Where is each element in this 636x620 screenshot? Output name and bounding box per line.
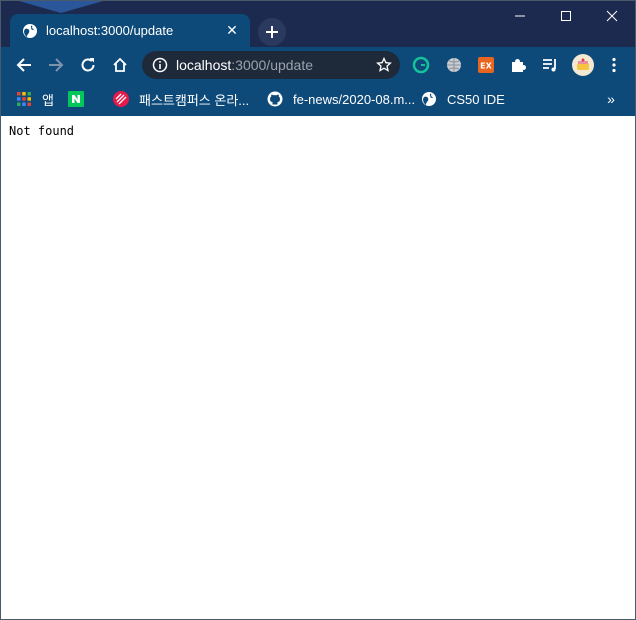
window-controls: [497, 1, 635, 31]
media-control-button[interactable]: [540, 55, 560, 75]
bookmark-naver[interactable]: [68, 89, 94, 109]
translate-extension[interactable]: [444, 55, 464, 75]
forward-button[interactable]: [42, 51, 70, 79]
menu-button[interactable]: [604, 55, 624, 75]
grammarly-extension[interactable]: [411, 55, 431, 75]
info-icon[interactable]: [152, 57, 168, 73]
bookmark-label: 패스트캠퍼스 온라...: [139, 92, 250, 108]
address-bar[interactable]: localhost:3000/update: [142, 51, 400, 79]
tab-title: localhost:3000/update: [46, 23, 174, 38]
url-path: :3000/update: [231, 57, 314, 73]
apps-grid-icon: [17, 92, 31, 106]
active-tab[interactable]: localhost:3000/update ✕: [10, 14, 250, 47]
naver-n-icon: [68, 91, 84, 107]
profile-avatar-icon: [572, 54, 594, 76]
browser-toolbar: localhost:3000/update EX: [1, 47, 635, 84]
minimize-button[interactable]: [497, 1, 543, 31]
profile-button[interactable]: [571, 53, 595, 77]
translate-globe-icon: [447, 58, 461, 72]
forward-icon: [49, 58, 64, 72]
github-icon: [267, 91, 283, 107]
close-window-button[interactable]: [589, 1, 635, 31]
grammarly-icon: [412, 56, 430, 74]
plus-icon: [266, 26, 278, 38]
bookmark-star-icon[interactable]: [376, 57, 392, 73]
more-menu-icon: [612, 57, 616, 73]
back-button[interactable]: [10, 51, 38, 79]
bookmark-fastcampus[interactable]: 패스트캠퍼스 온라...: [113, 89, 249, 109]
close-icon: [606, 10, 618, 22]
url-host: localhost: [176, 57, 232, 73]
svg-text:EX: EX: [480, 62, 492, 71]
ex-extension-icon: EX: [478, 57, 494, 73]
globe-icon: [23, 23, 37, 38]
bookmark-fe-news[interactable]: fe-news/2020-08.m...: [267, 89, 415, 109]
extensions-button[interactable]: [508, 55, 528, 75]
tab-strip-decoration: [19, 1, 103, 13]
minimize-icon: [515, 15, 525, 17]
page-content: Not found: [1, 116, 635, 619]
bookmark-label: 앱: [42, 92, 54, 108]
bookmark-cs50[interactable]: CS50 IDE: [421, 89, 505, 109]
globe-icon: [422, 92, 436, 106]
home-icon: [113, 57, 127, 72]
maximize-icon: [561, 11, 571, 21]
ex-extension[interactable]: EX: [476, 55, 496, 75]
bookmarks-bar: 앱 패스트캠퍼스 온라... fe-news/2020-08.m... CS50…: [1, 84, 635, 114]
bookmark-apps[interactable]: 앱: [16, 89, 54, 109]
tab-strip: localhost:3000/update ✕: [1, 1, 635, 47]
reload-button[interactable]: [74, 51, 102, 79]
bookmarks-overflow-button[interactable]: »: [601, 89, 621, 109]
media-playlist-icon: [543, 59, 556, 72]
bookmark-label: fe-news/2020-08.m...: [293, 91, 416, 107]
page-message: Not found: [9, 124, 75, 138]
home-button[interactable]: [106, 51, 134, 79]
puzzle-extensions-icon: [512, 59, 526, 72]
reload-icon: [81, 58, 95, 72]
url-text[interactable]: localhost:3000/update: [176, 57, 376, 73]
tab-close-icon[interactable]: ✕: [224, 22, 240, 39]
new-tab-button[interactable]: [258, 18, 286, 46]
bookmark-label: CS50 IDE: [447, 91, 505, 107]
fastcampus-icon: [113, 91, 129, 107]
maximize-button[interactable]: [543, 1, 589, 31]
browser-window: localhost:3000/update ✕ localhost:3000/u…: [0, 0, 636, 620]
back-icon: [16, 58, 31, 72]
